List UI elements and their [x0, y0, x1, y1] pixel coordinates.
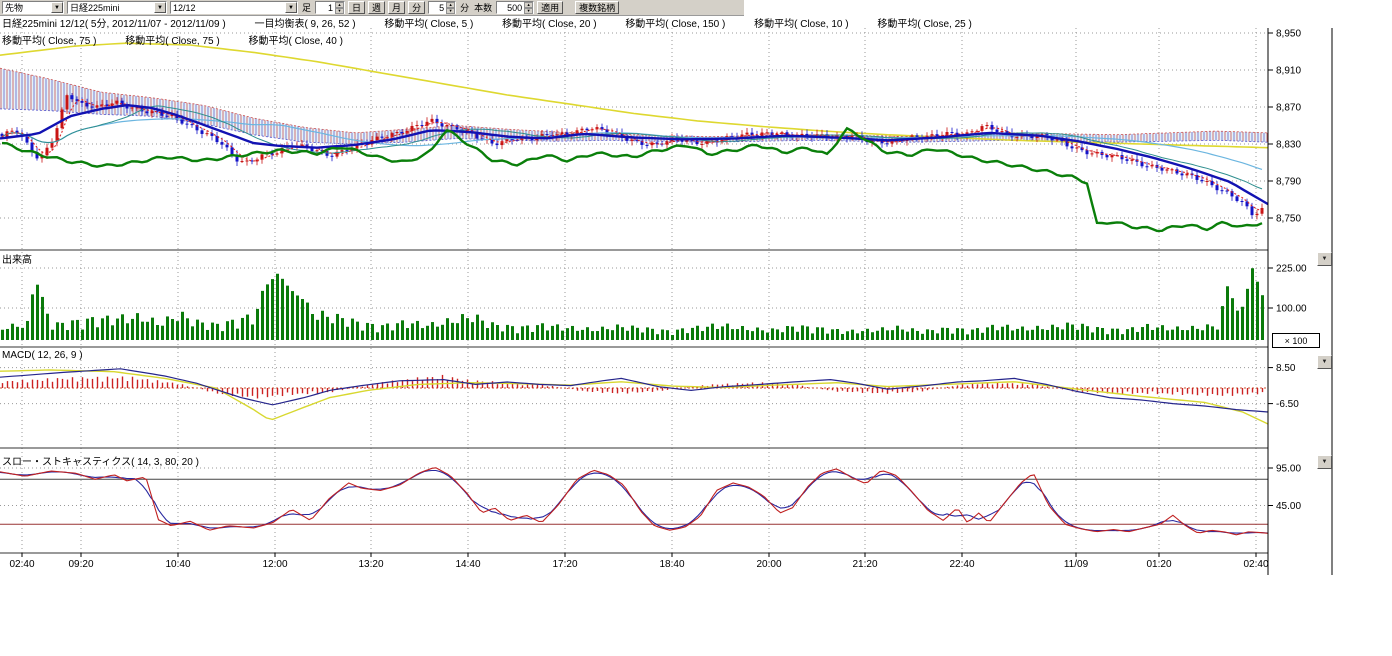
volume-pane-collapse-button[interactable]: ▼ [1317, 252, 1332, 266]
chevron-down-icon[interactable]: ▼ [154, 2, 166, 13]
macd-pane-label: MACD( 12, 26, 9 ) [2, 350, 83, 361]
stochastics-pane-label: スロー・ストキャスティクス( 14, 3, 80, 20 ) [2, 453, 199, 468]
price-axis-label: 8,790 [1276, 177, 1301, 188]
indicator-label-ma75a: 移動平均( Close, 75 ) [2, 36, 96, 47]
contract-month-select[interactable]: 12/12 ▼ [170, 1, 298, 14]
indicator-legend-row-2: 移動平均( Close, 75 ) 移動平均( Close, 75 ) 移動平均… [2, 32, 369, 47]
period-week-button[interactable]: 週 [368, 1, 385, 14]
time-axis-label: 21:20 [852, 559, 877, 570]
indicator-label-ma20: 移動平均( Close, 20 ) [502, 19, 596, 30]
macd-axis-label: -6.50 [1276, 399, 1299, 410]
time-axis-label: 02:40 [9, 559, 34, 570]
time-axis-label: 14:40 [455, 559, 480, 570]
period-month-button[interactable]: 月 [388, 1, 405, 14]
time-axis-label: 18:40 [659, 559, 684, 570]
bar-number-stepper[interactable]: 500 ▲▼ [496, 1, 534, 14]
period-day-button[interactable]: 日 [348, 1, 365, 14]
time-axis-label: 02:40 [1243, 559, 1268, 570]
time-axis-label: 12:00 [262, 559, 287, 570]
contract-month-value: 12/12 [171, 3, 285, 13]
indicator-label-ma40: 移動平均( Close, 40 ) [249, 36, 343, 47]
volume-axis-label: 225.00 [1276, 264, 1307, 275]
time-axis-label: 22:40 [949, 559, 974, 570]
bar-type-label: 足 [301, 1, 312, 14]
indicator-label-ma75b: 移動平均( Close, 75 ) [125, 36, 219, 47]
chart-application-window: 先物 ▼ 日経225mini ▼ 12/12 ▼ 足 1 ▲▼ 日 週 月 分 … [0, 0, 1392, 656]
instrument-type-value: 先物 [3, 1, 51, 14]
indicator-legend-row-1: 日経225mini 12/12( 5分, 2012/11/07 - 2012/1… [2, 15, 998, 30]
time-axis-label: 20:00 [756, 559, 781, 570]
minute-unit-label: 分 [459, 1, 470, 14]
chart-title: 日経225mini 12/12( 5分, 2012/11/07 - 2012/1… [2, 19, 226, 30]
symbol-value: 日経225mini [68, 1, 154, 14]
time-axis-label: 17:20 [552, 559, 577, 570]
price-axis-label: 8,910 [1276, 66, 1301, 77]
stoch-axis-label: 45.00 [1276, 501, 1301, 512]
period-minute-button[interactable]: 分 [408, 1, 425, 14]
multi-symbol-button[interactable]: 複数銘柄 [575, 1, 619, 14]
stochastics-pane-collapse-button[interactable]: ▼ [1317, 455, 1332, 469]
volume-axis-label: 100.00 [1276, 304, 1307, 315]
instrument-type-select[interactable]: 先物 ▼ [2, 1, 64, 14]
chart-canvas: 8,950 8,910 8,870 8,830 8,790 8,750 225.00 100.… [0, 0, 1392, 656]
symbol-select[interactable]: 日経225mini ▼ [67, 1, 167, 14]
toolbar: 先物 ▼ 日経225mini ▼ 12/12 ▼ 足 1 ▲▼ 日 週 月 分 … [0, 0, 744, 16]
indicator-label-ichimoku: 一目均衡表( 9, 26, 52 ) [254, 19, 355, 30]
time-axis-label: 11/09 [1064, 559, 1089, 570]
price-axis-label: 8,950 [1276, 29, 1301, 40]
spin-down-icon[interactable]: ▼ [335, 8, 344, 14]
time-axis-label: 10:40 [165, 559, 190, 570]
bar-number-label: 本数 [473, 1, 493, 14]
macd-axis-label: 8.50 [1276, 363, 1296, 374]
chevron-down-icon[interactable]: ▼ [51, 2, 63, 13]
bar-count-stepper[interactable]: 1 ▲▼ [315, 1, 345, 14]
bar-count-value: 1 [316, 3, 335, 13]
time-axis-label: 09:20 [68, 559, 93, 570]
macd-pane-collapse-button[interactable]: ▼ [1317, 355, 1332, 369]
bar-number-value: 500 [497, 3, 524, 13]
indicator-label-ma25: 移動平均( Close, 25 ) [877, 19, 971, 30]
indicator-label-ma150: 移動平均( Close, 150 ) [625, 19, 725, 30]
spin-down-icon[interactable]: ▼ [524, 8, 533, 14]
time-axis-label: 13:20 [358, 559, 383, 570]
price-axis-label: 8,870 [1276, 103, 1301, 114]
apply-button[interactable]: 適用 [537, 1, 563, 14]
chevron-down-icon[interactable]: ▼ [285, 2, 297, 13]
indicator-label-ma5: 移動平均( Close, 5 ) [384, 19, 473, 30]
volume-pane-label: 出来高 [2, 251, 32, 266]
minute-interval-stepper[interactable]: 5 ▲▼ [428, 1, 456, 14]
indicator-label-ma10: 移動平均( Close, 10 ) [754, 19, 848, 30]
spin-down-icon[interactable]: ▼ [446, 8, 455, 14]
volume-multiplier-box: × 100 [1272, 333, 1320, 348]
minute-interval-value: 5 [429, 3, 446, 13]
price-axis-label: 8,750 [1276, 214, 1301, 225]
stoch-axis-label: 95.00 [1276, 464, 1301, 475]
price-axis-label: 8,830 [1276, 140, 1301, 151]
time-axis-label: 01:20 [1146, 559, 1171, 570]
